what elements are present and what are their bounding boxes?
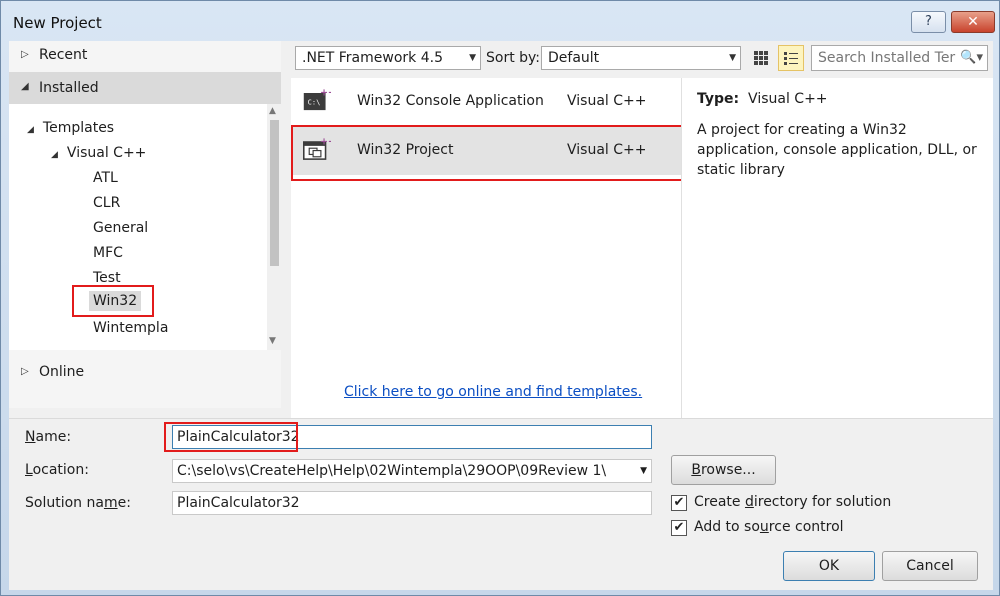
tree-node-visual-cpp[interactable]: ◢ Visual C++ bbox=[51, 145, 146, 161]
chevron-down-icon[interactable]: ▼ bbox=[640, 460, 647, 482]
help-button[interactable]: ? bbox=[911, 11, 946, 33]
scroll-up-icon[interactable]: ▲ bbox=[269, 106, 276, 116]
checkmark-icon: ✔ bbox=[673, 520, 685, 535]
tree-scrollbar[interactable]: ▲ ▼ bbox=[267, 104, 281, 350]
tree-installed-label: Installed bbox=[39, 80, 99, 96]
template-description-pane: Type: Visual C++ A project for creating … bbox=[681, 78, 993, 418]
list-view-icon bbox=[784, 52, 798, 65]
tree-node-mfc[interactable]: MFC bbox=[93, 245, 123, 261]
title-bar: New Project ? ✕ bbox=[1, 1, 999, 41]
expand-triangle-icon[interactable]: ▷ bbox=[21, 49, 29, 60]
collapse-triangle-icon[interactable]: ◢ bbox=[27, 125, 34, 135]
list-view-button[interactable] bbox=[778, 45, 804, 71]
tree-online-label: Online bbox=[39, 364, 85, 380]
highlight-box-name bbox=[164, 422, 298, 452]
tree-node-visual-cpp-label: Visual C++ bbox=[66, 145, 147, 161]
sort-select[interactable]: Default ▼ bbox=[541, 46, 741, 70]
chevron-down-icon[interactable]: ▼ bbox=[729, 47, 736, 69]
window-title: New Project bbox=[13, 14, 102, 32]
name-label: Name: bbox=[25, 429, 72, 445]
create-directory-label[interactable]: Create directory for solution bbox=[694, 494, 891, 510]
search-placeholder: Search Installed Ter bbox=[818, 50, 956, 66]
cancel-button[interactable]: Cancel bbox=[882, 551, 978, 581]
create-directory-checkbox[interactable]: ✔ bbox=[671, 495, 687, 511]
sort-value: Default bbox=[548, 50, 600, 66]
location-select[interactable]: C:\selo\vs\CreateHelp\Help\02Wintempla\2… bbox=[172, 459, 652, 483]
collapse-triangle-icon[interactable]: ◢ bbox=[21, 81, 29, 92]
template-name: Win32 Console Application bbox=[357, 93, 544, 109]
templates-toolbar: .NET Framework 4.5 ▼ Sort by: Default ▼ bbox=[281, 41, 993, 77]
browse-button[interactable]: Browse... bbox=[671, 455, 776, 485]
type-value: Visual C++ bbox=[748, 91, 828, 107]
tree-node-templates[interactable]: ◢ Templates bbox=[27, 120, 114, 136]
solution-name-label: Solution name: bbox=[25, 495, 131, 511]
console-app-icon: C:\ ++ bbox=[303, 88, 331, 111]
solution-name-input[interactable]: PlainCalculator32 bbox=[172, 491, 652, 515]
tree-node-test[interactable]: Test bbox=[93, 270, 121, 286]
highlight-box-win32-project bbox=[291, 125, 689, 181]
highlight-box-win32 bbox=[72, 285, 154, 317]
scroll-thumb[interactable] bbox=[270, 120, 279, 266]
close-button[interactable]: ✕ bbox=[951, 11, 995, 33]
ok-button[interactable]: OK bbox=[783, 551, 875, 581]
tree-online[interactable]: ▷ Online bbox=[9, 351, 281, 381]
framework-select[interactable]: .NET Framework 4.5 ▼ bbox=[295, 46, 481, 70]
grid-view-icon bbox=[754, 51, 768, 65]
tree-node-clr[interactable]: CLR bbox=[93, 195, 120, 211]
template-type: Type: Visual C++ bbox=[697, 91, 828, 107]
add-source-control-label[interactable]: Add to source control bbox=[694, 519, 844, 535]
checkmark-icon: ✔ bbox=[673, 495, 685, 510]
new-project-dialog: New Project ? ✕ ▷ Recent ◢ Installed ◢ Te… bbox=[0, 0, 1000, 596]
project-form: Name: PlainCalculator32 Location: C:\sel… bbox=[9, 418, 993, 590]
dialog-client: ▷ Recent ◢ Installed ◢ Templates ◢ Visual … bbox=[9, 41, 993, 590]
tree-installed[interactable]: ◢ Installed bbox=[9, 72, 281, 104]
template-row-console[interactable]: C:\ ++ Win32 Console Application Visual … bbox=[291, 78, 681, 126]
tree-node-atl[interactable]: ATL bbox=[93, 170, 118, 186]
tree-node-wintempla[interactable]: Wintempla bbox=[93, 320, 168, 336]
tree-node-templates-label: Templates bbox=[42, 120, 115, 136]
location-label: Location: bbox=[25, 462, 89, 478]
framework-value: .NET Framework 4.5 bbox=[302, 50, 443, 66]
tree-recent[interactable]: ▷ Recent bbox=[9, 41, 281, 71]
search-icon[interactable]: 🔍▾ bbox=[960, 46, 983, 70]
svg-text:C:\: C:\ bbox=[308, 99, 321, 107]
templates-list: C:\ ++ Win32 Console Application Visual … bbox=[291, 78, 689, 418]
template-tree-pane: ▷ Recent ◢ Installed ◢ Templates ◢ Visual … bbox=[9, 41, 281, 408]
template-description: A project for creating a Win32 applicati… bbox=[697, 122, 977, 178]
type-label: Type: bbox=[697, 91, 740, 107]
search-installed-input[interactable]: Search Installed Ter 🔍▾ bbox=[811, 45, 988, 71]
scroll-down-icon[interactable]: ▼ bbox=[269, 336, 276, 346]
svg-text:++: ++ bbox=[320, 88, 331, 98]
sort-by-label: Sort by: bbox=[486, 50, 541, 66]
tree-recent-label: Recent bbox=[39, 47, 88, 63]
expand-triangle-icon[interactable]: ▷ bbox=[21, 366, 29, 377]
template-language: Visual C++ bbox=[567, 93, 647, 109]
add-source-control-checkbox[interactable]: ✔ bbox=[671, 520, 687, 536]
chevron-down-icon[interactable]: ▼ bbox=[469, 47, 476, 69]
small-icons-view-button[interactable] bbox=[748, 45, 774, 71]
tree-node-general[interactable]: General bbox=[93, 220, 148, 236]
installed-tree: ◢ Templates ◢ Visual C++ ATL CLR General M… bbox=[9, 104, 281, 350]
online-templates-link[interactable]: Click here to go online and find templat… bbox=[344, 384, 642, 400]
location-value: C:\selo\vs\CreateHelp\Help\02Wintempla\2… bbox=[177, 463, 607, 479]
collapse-triangle-icon[interactable]: ◢ bbox=[51, 150, 58, 160]
